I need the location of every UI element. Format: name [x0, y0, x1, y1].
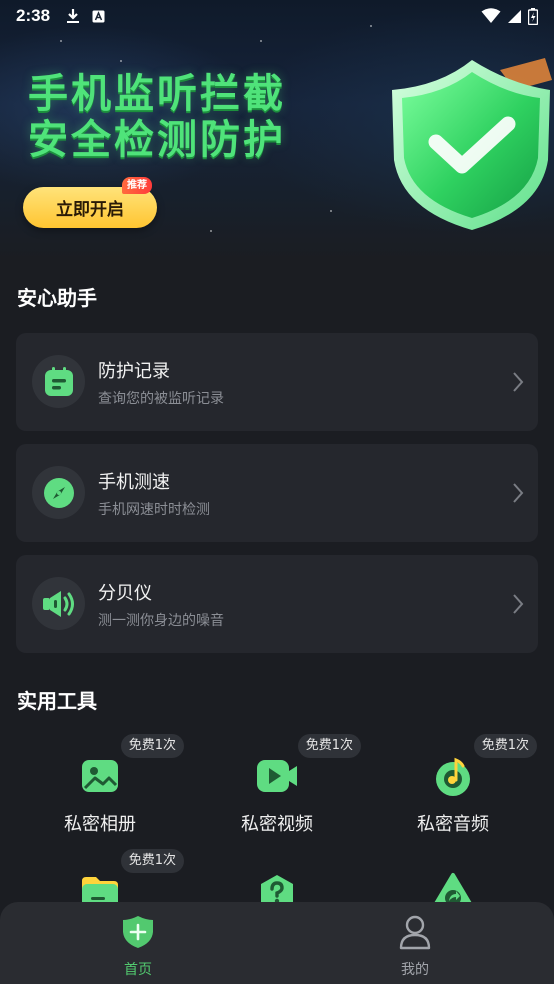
bottom-nav: 首页 我的 [0, 902, 554, 984]
card-icon-wrap [32, 466, 85, 519]
card-decibel-meter[interactable]: 分贝仪 测一测你身边的噪音 [16, 555, 538, 653]
battery-icon [528, 7, 538, 25]
free-badge: 免费1次 [120, 849, 184, 873]
signal-icon [508, 9, 521, 23]
section-title-tools: 实用工具 [17, 689, 97, 713]
hero-title-line1: 手机监听拦截 [28, 71, 286, 117]
free-badge: 免费1次 [473, 734, 537, 758]
nav-item-mine[interactable]: 我的 [355, 912, 475, 978]
chevron-right-icon [513, 483, 524, 503]
star [60, 40, 62, 42]
tool-label: 私密相册 [64, 814, 136, 835]
tool-private-audio[interactable]: 免费1次 私密音频 [365, 734, 541, 848]
section-title-assistant: 安心助手 [17, 286, 97, 310]
wifi-icon [481, 8, 501, 23]
tool-label: 私密视频 [241, 814, 313, 835]
speed-compass-icon [43, 477, 74, 508]
status-time: 2:38 [16, 6, 51, 25]
tool-label: 私密音频 [417, 814, 489, 835]
chevron-right-icon [513, 372, 524, 392]
hero-title-line2: 安全检测防护 [28, 117, 286, 163]
card-icon-wrap [32, 577, 85, 630]
video-icon [257, 760, 297, 792]
tool-private-album[interactable]: 免费1次 私密相册 [12, 734, 188, 848]
card-title: 手机测速 [98, 472, 170, 493]
music-icon [436, 757, 470, 796]
card-desc: 手机网速时时检测 [98, 502, 210, 518]
card-icon-wrap [32, 355, 85, 408]
tool-private-video[interactable]: 免费1次 私密视频 [189, 734, 365, 848]
status-bar: 2:38 [0, 0, 554, 32]
card-desc: 查询您的被监听记录 [98, 391, 224, 407]
card-speed-test[interactable]: 手机测速 手机网速时时检测 [16, 444, 538, 542]
card-protection-record[interactable]: 防护记录 查询您的被监听记录 [16, 333, 538, 431]
photo-album-icon [82, 760, 118, 792]
shield-check-illustration [380, 50, 554, 240]
person-icon [399, 915, 431, 950]
nav-item-home[interactable]: 首页 [78, 912, 198, 978]
free-badge: 免费1次 [297, 734, 361, 758]
record-icon [44, 366, 73, 396]
recommend-badge: 推荐 [122, 177, 152, 194]
star [120, 60, 122, 62]
star [260, 40, 262, 42]
a-notification-icon [92, 10, 105, 22]
card-desc: 测一测你身边的噪音 [98, 613, 224, 629]
hero-banner: 2:38 手机监听拦截 安全检测防护 立即开启 推荐 [0, 0, 554, 260]
card-title: 防护记录 [98, 361, 170, 382]
star [210, 230, 212, 232]
chevron-right-icon [513, 594, 524, 614]
download-icon [67, 9, 80, 23]
nav-label: 首页 [124, 962, 152, 978]
speaker-icon [42, 590, 74, 617]
star [330, 210, 332, 212]
shield-plus-icon [123, 916, 153, 948]
free-badge: 免费1次 [120, 734, 184, 758]
nav-label: 我的 [401, 962, 429, 978]
card-title: 分贝仪 [98, 583, 152, 604]
